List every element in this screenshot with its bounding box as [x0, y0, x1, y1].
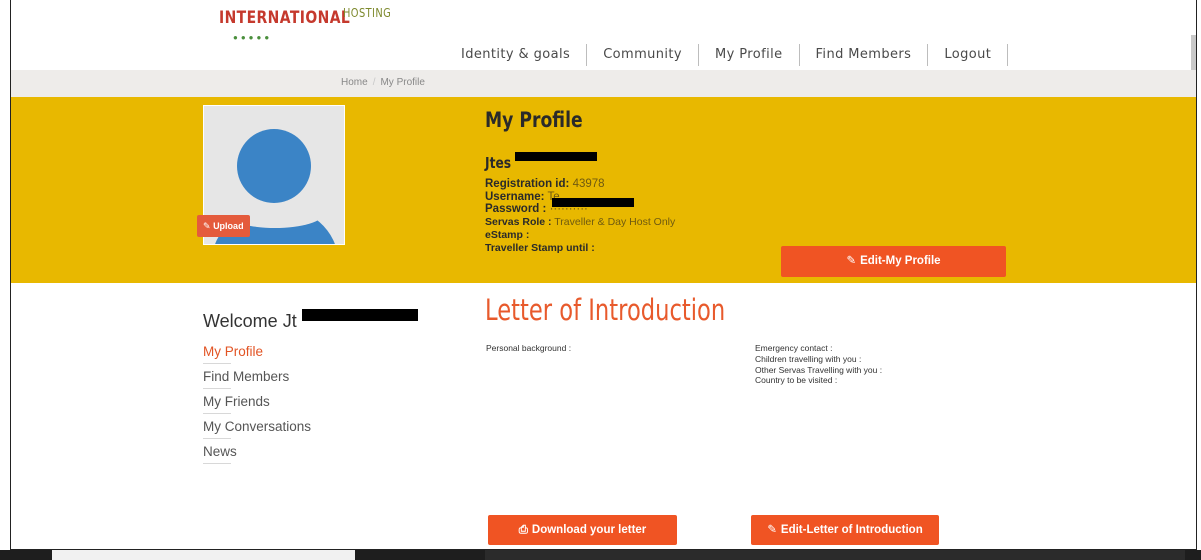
browser-page: INTERNATIONAL HOSTING ●●●●● Identity & g… [10, 0, 1197, 550]
edit-letter-button[interactable]: ✎ Edit-Letter of Introduction [751, 515, 939, 545]
sidebar-divider [203, 438, 231, 439]
registration-label: Registration id [485, 178, 566, 190]
download-letter-button[interactable]: ⎙ Download your letter [488, 515, 677, 545]
estamp-label: eStamp : [485, 228, 530, 241]
sidebar-divider [203, 463, 231, 464]
taskbar-strip [0, 550, 1201, 560]
edit-profile-button[interactable]: ✎ Edit-My Profile [781, 246, 1006, 277]
role-value: Traveller & Day Host Only [554, 216, 676, 229]
pencil-icon: ✎ [846, 255, 857, 267]
breadcrumb-bar: Home / My Profile [11, 70, 1196, 97]
upload-label: Upload [213, 221, 244, 231]
profile-name: Jtes [485, 154, 512, 172]
redaction-bar [302, 309, 418, 321]
sidebar-divider [203, 363, 231, 364]
children-travelling-label: Children travelling with you : [755, 353, 862, 364]
logo-dots: ●●●●● [233, 33, 273, 42]
sidebar-find-members[interactable]: Find Members [203, 369, 289, 384]
welcome-text: Welcome Jt [203, 311, 297, 331]
taskbar-tab[interactable] [52, 550, 355, 560]
emergency-contact-label: Emergency contact : [755, 343, 833, 353]
role-label: Servas Role [485, 216, 546, 229]
print-icon: ⎙ [518, 524, 528, 536]
nav-community[interactable]: Community [587, 44, 700, 66]
profile-fields: Registration id: 43978 Username: Te Pass… [485, 178, 676, 254]
breadcrumb-current: My Profile [380, 77, 425, 88]
password-label: Password : [485, 203, 547, 216]
redaction-bar [515, 152, 597, 161]
username-label: Username [485, 190, 541, 203]
profile-title: My Profile [485, 108, 583, 132]
sidebar-my-profile[interactable]: My Profile [203, 344, 263, 359]
breadcrumb-separator: / [372, 77, 376, 88]
letter-left-fields: Personal background : [486, 343, 571, 353]
sidebar-divider [203, 388, 231, 389]
pencil-icon: ✎ [767, 524, 777, 536]
download-letter-label: Download your letter [531, 524, 647, 536]
nav-find-members[interactable]: Find Members [800, 44, 929, 66]
sidebar-my-conversations[interactable]: My Conversations [203, 419, 311, 434]
other-servas-label: Other Servas Travelling with you : [755, 364, 883, 375]
sidebar-news[interactable]: News [203, 444, 237, 459]
edit-letter-label: Edit-Letter of Introduction [780, 524, 923, 536]
letter-right-fields: Emergency contact : Children travelling … [755, 343, 882, 386]
edit-profile-label: Edit-My Profile [860, 255, 941, 267]
letter-title: Letter of Introduction [485, 293, 726, 327]
sidebar-my-friends[interactable]: My Friends [203, 394, 270, 409]
logo-hosting: HOSTING [343, 6, 392, 20]
upload-button[interactable]: ✎ Upload [197, 215, 250, 237]
redaction-bar [552, 198, 634, 207]
nav-identity-goals[interactable]: Identity & goals [451, 44, 588, 66]
breadcrumb: Home / My Profile [341, 77, 425, 88]
breadcrumb-home[interactable]: Home [341, 77, 368, 88]
profile-band: ✎ Upload My Profile Jtes Registration id… [11, 97, 1196, 283]
stamp-label: Traveller Stamp until : [485, 241, 595, 254]
taskbar-area [485, 550, 1185, 560]
personal-background-label: Personal background : [486, 343, 572, 353]
nav-logout[interactable]: Logout [928, 44, 1009, 66]
logo-word: INTERNATIONAL [219, 8, 351, 28]
avatar-head-shape [237, 129, 311, 203]
nav-my-profile[interactable]: My Profile [699, 44, 800, 66]
sidebar-divider [203, 413, 231, 414]
pencil-icon: ✎ [203, 221, 211, 231]
main-nav: Identity & goals Community My Profile Fi… [451, 43, 1009, 67]
registration-value: 43978 [572, 178, 605, 190]
country-visited-label: Country to be visited : [755, 375, 838, 386]
